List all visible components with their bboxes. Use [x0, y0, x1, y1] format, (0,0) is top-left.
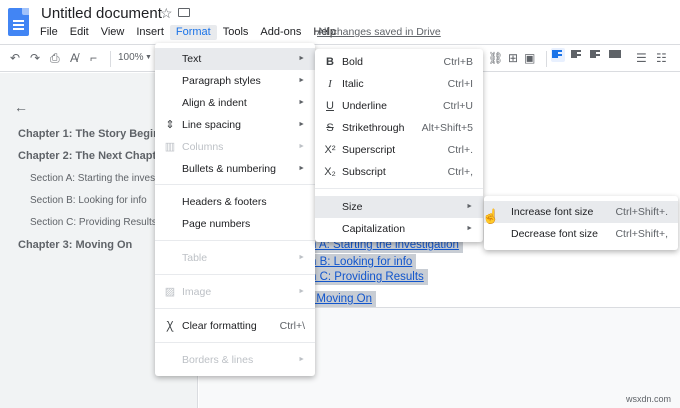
checklist-icon[interactable]: ☷	[656, 50, 667, 66]
line-spacing-toolbar-icon[interactable]: ☰	[636, 50, 647, 66]
outline-item[interactable]: Chapter 2: The Next Chapter	[18, 150, 156, 162]
menu-item-columns: ▥ Columns ►	[155, 136, 315, 158]
align-left-icon[interactable]	[551, 48, 565, 62]
docs-logo-icon[interactable]	[8, 8, 29, 36]
folder-icon[interactable]	[178, 8, 190, 17]
undo-icon[interactable]: ↶	[10, 50, 20, 66]
back-arrow-icon[interactable]: ←	[14, 99, 28, 115]
menu-item-strikethrough[interactable]: S Strikethrough Alt+Shift+5	[315, 117, 483, 139]
menu-item-table: Table ►	[182, 252, 305, 264]
menu-file[interactable]: File	[34, 25, 64, 40]
align-group	[551, 48, 622, 62]
columns-icon: ▥	[164, 141, 176, 153]
menu-item-text[interactable]: Text ►	[155, 48, 315, 70]
doc-link-line[interactable]: n B: Looking for info	[306, 254, 417, 270]
doc-link-line[interactable]: : Moving On	[306, 291, 376, 307]
menu-item-bullets-numbering[interactable]: Bullets & numbering ►	[155, 158, 315, 180]
menu-insert[interactable]: Insert	[130, 25, 170, 40]
menu-item-clear-formatting[interactable]: Ꭓ Clear formatting Ctrl+\	[155, 315, 315, 337]
menu-item-align-indent[interactable]: Align & indent ►	[155, 92, 315, 114]
zoom-select[interactable]: 100%	[118, 50, 144, 66]
menu-tools[interactable]: Tools	[217, 25, 255, 40]
hand-cursor-icon: ☝	[482, 208, 500, 224]
menu-item-line-spacing[interactable]: ⇕ Line spacing ►	[155, 114, 315, 136]
menu-item-increase-font-size[interactable]: Increase font size Ctrl+Shift+.	[484, 201, 678, 223]
justify-icon[interactable]	[608, 48, 622, 62]
menu-item-italic[interactable]: I Italic Ctrl+I	[315, 73, 483, 95]
outline-item[interactable]: Section A: Starting the investigation	[30, 173, 168, 184]
menu-item-capitalization[interactable]: Capitalization ►	[315, 218, 483, 240]
menu-item-page-numbers[interactable]: Page numbers	[155, 213, 315, 235]
menu-item-superscript[interactable]: X² Superscript Ctrl+.	[315, 139, 483, 161]
comment-icon[interactable]: ⊞	[508, 50, 518, 66]
menu-item-bold[interactable]: B Bold Ctrl+B	[315, 51, 483, 73]
outline-item[interactable]: Section C: Providing Results	[30, 217, 168, 228]
italic-icon: I	[328, 78, 332, 90]
outline-item[interactable]: Chapter 1: The Story Begins	[18, 128, 156, 140]
chevron-down-icon[interactable]: ▼	[145, 50, 152, 66]
paint-format-icon[interactable]: ⌐	[90, 50, 97, 66]
clear-formatting-icon: Ꭓ	[166, 320, 174, 332]
doc-link-line[interactable]: n C: Providing Results	[306, 269, 428, 285]
star-icon[interactable]: ☆	[160, 5, 173, 22]
print-icon[interactable]: ⎙	[50, 50, 60, 66]
insert-image-icon[interactable]: ▣	[524, 50, 535, 66]
align-center-icon[interactable]	[570, 48, 584, 62]
strikethrough-icon: S	[326, 122, 334, 134]
format-menu: Text ► Paragraph styles ► Align & indent ► …	[155, 43, 315, 376]
size-submenu: Increase font size Ctrl+Shift+. Decrease …	[484, 196, 678, 250]
superscript-icon: X²	[324, 144, 336, 156]
menu-item-underline[interactable]: U Underline Ctrl+U	[315, 95, 483, 117]
menu-item-decrease-font-size[interactable]: Decrease font size Ctrl+Shift+,	[484, 223, 678, 245]
menu-edit[interactable]: Edit	[64, 25, 95, 40]
outline-item[interactable]: Chapter 3: Moving On	[18, 239, 156, 251]
document-title[interactable]: Untitled document	[41, 5, 162, 22]
image-icon: ▨	[164, 286, 176, 298]
menu-item-image: ▨ Image ►	[155, 281, 315, 303]
menu-addons[interactable]: Add-ons	[254, 25, 307, 40]
save-status-link[interactable]: All changes saved in Drive	[317, 26, 441, 38]
menubar: File Edit View Insert Format Tools Add-o…	[34, 25, 342, 40]
redo-icon[interactable]: ↷	[30, 50, 40, 66]
subscript-icon: X₂	[324, 166, 336, 178]
underline-icon: U	[326, 100, 334, 112]
menu-item-subscript[interactable]: X₂ Subscript Ctrl+,	[315, 161, 483, 183]
align-right-icon[interactable]	[589, 48, 603, 62]
spellcheck-icon[interactable]: A̸	[70, 50, 78, 66]
menu-item-borders-lines: Borders & lines ►	[182, 354, 305, 366]
bold-icon: B	[326, 56, 334, 68]
text-submenu: B Bold Ctrl+B I Italic Ctrl+I U Underline Ctrl…	[315, 49, 483, 242]
menu-item-paragraph-styles[interactable]: Paragraph styles ►	[155, 70, 315, 92]
line-spacing-icon: ⇕	[165, 119, 175, 131]
menu-format[interactable]: Format	[169, 25, 217, 40]
outline-item[interactable]: Section B: Looking for info	[30, 195, 168, 206]
menu-view[interactable]: View	[95, 25, 131, 40]
watermark: wsxdn.com	[626, 394, 672, 404]
menu-item-size[interactable]: Size ►	[315, 196, 483, 218]
menu-item-headers-footers[interactable]: Headers & footers	[155, 191, 315, 213]
link-icon[interactable]: ⛓	[488, 50, 503, 66]
